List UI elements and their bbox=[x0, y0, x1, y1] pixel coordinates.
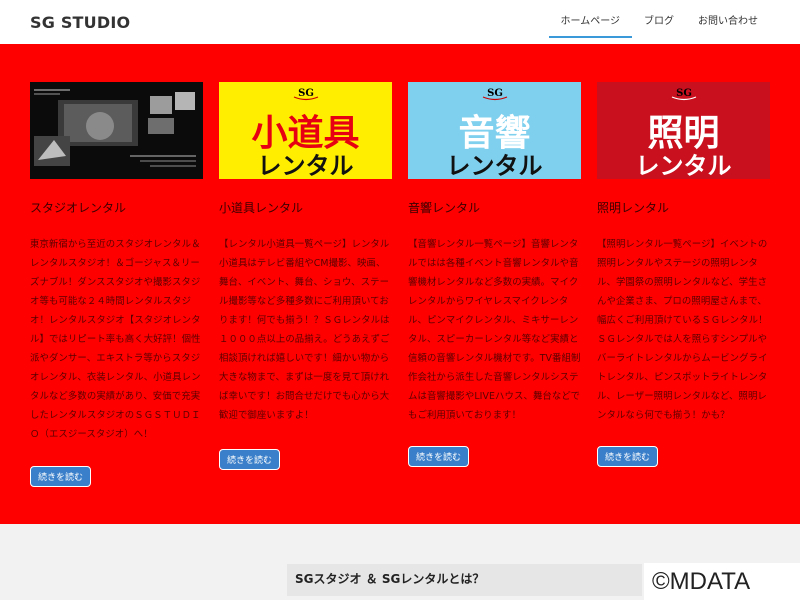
sg-logo-icon: SG bbox=[293, 88, 318, 101]
card-description: 東京新宿から至近のスタジオレンタル＆レンタルスタジオ！＆ゴージャス＆リーズナブル… bbox=[30, 239, 201, 440]
banner-line-2: レンタル bbox=[446, 152, 543, 179]
props-rental-banner[interactable]: SG 小道具 レンタル bbox=[219, 82, 392, 179]
read-more-button-props[interactable]: 続きを読む bbox=[219, 449, 281, 470]
card-title[interactable]: 小道具レンタル bbox=[219, 199, 392, 215]
card-description: 【レンタル小道具一覧ページ】レンタル小道具はテレビ番組やCM撮影、映画、舞台、イ… bbox=[219, 239, 390, 421]
about-section: SGスタジオ ＆ SGレンタルとは？ ©MDATA bbox=[0, 524, 800, 600]
card-title[interactable]: スタジオレンタル bbox=[30, 199, 203, 215]
svg-text:SG: SG bbox=[298, 88, 314, 99]
svg-text:SG: SG bbox=[487, 88, 503, 99]
service-card-lighting: SG 照明 レンタル 照明レンタル 【照明レンタル一覧ページ】イベントの照明レン… bbox=[597, 82, 770, 425]
service-card-studio: スタジオレンタル 東京新宿から至近のスタジオレンタル＆レンタルスタジオ！＆ゴージ… bbox=[30, 82, 203, 444]
service-card-audio: SG 音響 レンタル 音響レンタル 【音響レンタル一覧ページ】音響レンタルではは… bbox=[408, 82, 581, 425]
read-more-button-lighting[interactable]: 続きを読む bbox=[597, 446, 659, 467]
site-logo[interactable]: SG STUDIO bbox=[30, 13, 130, 32]
nav-item-blog[interactable]: ブログ bbox=[632, 0, 686, 44]
nav-item-contact[interactable]: お問い合わせ bbox=[686, 0, 770, 44]
about-title: SGスタジオ ＆ SGレンタルとは？ bbox=[295, 572, 485, 586]
sg-logo-icon: SG bbox=[482, 88, 507, 101]
banner-line-2: レンタル bbox=[635, 152, 732, 179]
nav-item-home[interactable]: ホームページ bbox=[548, 0, 632, 38]
lighting-rental-banner[interactable]: SG 照明 レンタル bbox=[597, 82, 770, 179]
services-section: スタジオレンタル 東京新宿から至近のスタジオレンタル＆レンタルスタジオ！＆ゴージ… bbox=[0, 44, 800, 524]
site-header: SG STUDIO ホームページ ブログ お問い合わせ bbox=[0, 0, 800, 44]
banner-line-2: レンタル bbox=[257, 152, 354, 179]
service-card-props: SG 小道具 レンタル 小道具レンタル 【レンタル小道具一覧ページ】レンタル小道… bbox=[219, 82, 392, 425]
card-description: 【音響レンタル一覧ページ】音響レンタルではは各種イベント音響レンタルや音響機材レ… bbox=[408, 239, 581, 421]
read-more-button-audio[interactable]: 続きを読む bbox=[408, 446, 470, 467]
main-nav: ホームページ ブログ お問い合わせ bbox=[548, 0, 771, 44]
audio-rental-banner[interactable]: SG 音響 レンタル bbox=[408, 82, 581, 179]
about-heading-box: SGスタジオ ＆ SGレンタルとは？ bbox=[287, 564, 642, 596]
card-title[interactable]: 音響レンタル bbox=[408, 199, 581, 215]
sg-logo-icon: SG bbox=[671, 88, 696, 101]
studio-photo[interactable] bbox=[30, 82, 203, 179]
card-description: 【照明レンタル一覧ページ】イベントの照明レンタルやステージの照明レンタル、学園祭… bbox=[597, 239, 768, 421]
svg-text:SG: SG bbox=[676, 88, 692, 99]
watermark: ©MDATA bbox=[644, 563, 800, 600]
read-more-button-studio[interactable]: 続きを読む bbox=[30, 466, 92, 487]
card-title[interactable]: 照明レンタル bbox=[597, 199, 770, 215]
